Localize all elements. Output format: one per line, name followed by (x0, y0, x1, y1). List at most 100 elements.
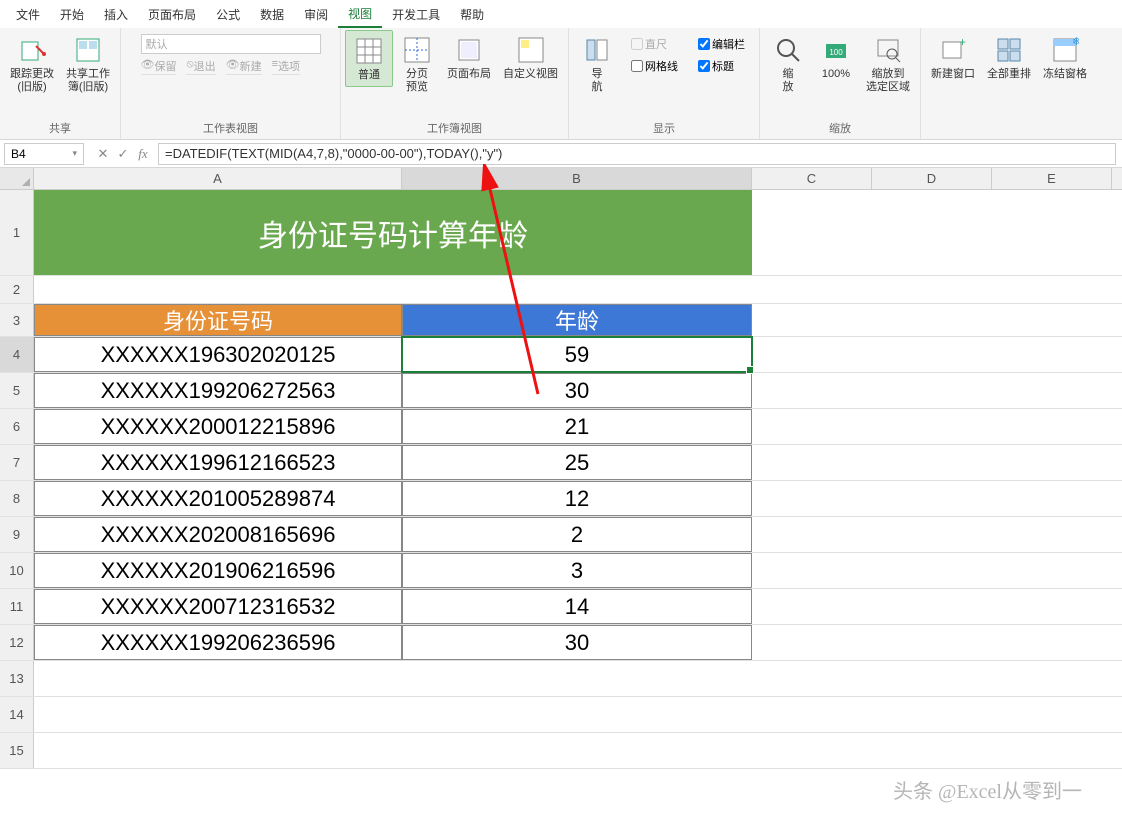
column-headers: A B C D E (0, 168, 1122, 190)
row-7: 7 XXXXXX199612166523 25 (0, 445, 1122, 481)
normal-view-icon (353, 35, 385, 67)
row-15: 15 (0, 733, 1122, 769)
pagebreak-button[interactable]: 分页 预览 (393, 30, 441, 98)
custom-view-button[interactable]: 自定义视图 (497, 30, 564, 85)
row-header[interactable]: 15 (0, 733, 34, 768)
selected-cell[interactable]: 59 (402, 337, 752, 372)
group-worksheet-view: 默认 👁保留 ⦸退出 👁新建 ≡选项 工作表视图 (121, 28, 341, 139)
zoom-selection-icon (872, 34, 904, 66)
row-6: 6 XXXXXX200012215896 21 (0, 409, 1122, 445)
row-header[interactable]: 4 (0, 337, 34, 372)
table-row[interactable]: 3 (402, 553, 752, 588)
menu-file[interactable]: 文件 (6, 0, 50, 28)
menu-pagelayout[interactable]: 页面布局 (138, 0, 206, 28)
row-header[interactable]: 8 (0, 481, 34, 516)
row-14: 14 (0, 697, 1122, 733)
table-row[interactable]: 25 (402, 445, 752, 480)
row-13: 13 (0, 661, 1122, 697)
group-label-wbview: 工作簿视图 (427, 117, 482, 139)
zoom-button[interactable]: 缩 放 (764, 30, 812, 98)
freeze-panes-icon: ❄ (1049, 34, 1081, 66)
row-header[interactable]: 14 (0, 697, 34, 732)
zoom-selection-button[interactable]: 缩放到 选定区域 (860, 30, 916, 98)
col-header-C[interactable]: C (752, 168, 872, 189)
table-row[interactable]: XXXXXX200012215896 (34, 409, 402, 444)
table-row[interactable]: 14 (402, 589, 752, 624)
row-header[interactable]: 6 (0, 409, 34, 444)
menu-help[interactable]: 帮助 (450, 0, 494, 28)
row-header[interactable]: 9 (0, 517, 34, 552)
menu-data[interactable]: 数据 (250, 0, 294, 28)
table-row[interactable]: 2 (402, 517, 752, 552)
keep-button: 👁保留 (141, 58, 177, 75)
table-row[interactable]: 12 (402, 481, 752, 516)
new-view-button: 👁新建 (226, 58, 262, 75)
cancel-formula-icon[interactable]: ✕ (94, 146, 112, 162)
table-row[interactable]: 30 (402, 625, 752, 660)
name-box[interactable]: B4 ▾ (4, 143, 84, 165)
formulabar-checkbox[interactable]: 编辑栏 (694, 34, 749, 54)
table-row[interactable]: XXXXXX196302020125 (34, 337, 402, 372)
arrange-all-button[interactable]: 全部重排 (981, 30, 1037, 85)
col-header-D[interactable]: D (872, 168, 992, 189)
freeze-panes-button[interactable]: ❄ 冻结窗格 (1037, 30, 1093, 85)
table-row[interactable]: XXXXXX201906216596 (34, 553, 402, 588)
table-row[interactable]: XXXXXX202008165696 (34, 517, 402, 552)
header-age-cell[interactable]: 年龄 (402, 304, 752, 336)
group-zoom: 缩 放 100 100% 缩放到 选定区域 缩放 (760, 28, 921, 139)
row-header[interactable]: 5 (0, 373, 34, 408)
table-row[interactable]: XXXXXX201005289874 (34, 481, 402, 516)
menu-review[interactable]: 审阅 (294, 0, 338, 28)
row-header[interactable]: 2 (0, 276, 34, 303)
gridlines-checkbox[interactable]: 网格线 (627, 56, 682, 76)
row-header[interactable]: 11 (0, 589, 34, 624)
new-window-button[interactable]: + 新建窗口 (925, 30, 981, 85)
row-header[interactable]: 7 (0, 445, 34, 480)
track-changes-icon (16, 34, 48, 66)
menu-home[interactable]: 开始 (50, 0, 94, 28)
table-row[interactable]: 30 (402, 373, 752, 408)
row-header[interactable]: 1 (0, 190, 34, 275)
accept-formula-icon[interactable]: ✓ (114, 146, 132, 162)
headings-checkbox[interactable]: 标题 (694, 56, 749, 76)
row-header[interactable]: 3 (0, 304, 34, 336)
fx-icon[interactable]: fx (134, 146, 152, 162)
table-row[interactable]: XXXXXX199206236596 (34, 625, 402, 660)
table-row[interactable]: XXXXXX200712316532 (34, 589, 402, 624)
options-button: ≡选项 (272, 58, 300, 75)
formula-input[interactable]: =DATEDIF(TEXT(MID(A4,7,8),"0000-00-00"),… (158, 143, 1116, 165)
col-header-A[interactable]: A (34, 168, 402, 189)
col-header-B[interactable]: B (402, 168, 752, 189)
row-8: 8 XXXXXX201005289874 12 (0, 481, 1122, 517)
zoom-100-button[interactable]: 100 100% (812, 30, 860, 85)
new-window-icon: + (937, 34, 969, 66)
pagelayout-button[interactable]: 页面布局 (441, 30, 497, 85)
svg-text:100: 100 (829, 48, 843, 57)
chevron-down-icon[interactable]: ▾ (72, 148, 77, 159)
menu-insert[interactable]: 插入 (94, 0, 138, 28)
menu-formulas[interactable]: 公式 (206, 0, 250, 28)
title-cell[interactable]: 身份证号码计算年龄 (34, 190, 752, 275)
col-header-E[interactable]: E (992, 168, 1112, 189)
header-id-cell[interactable]: 身份证号码 (34, 304, 402, 336)
row-4: 4 XXXXXX196302020125 59 (0, 337, 1122, 373)
table-row[interactable]: XXXXXX199612166523 (34, 445, 402, 480)
exit-icon: ⦸ (186, 58, 193, 74)
table-row[interactable]: 21 (402, 409, 752, 444)
row-header[interactable]: 10 (0, 553, 34, 588)
table-row[interactable]: XXXXXX199206272563 (34, 373, 402, 408)
normal-view-button[interactable]: 普通 (345, 30, 393, 87)
spreadsheet-grid: A B C D E 1 身份证号码计算年龄 2 3 身份证号码 年龄 4 XXX… (0, 168, 1122, 769)
menu-view[interactable]: 视图 (338, 0, 382, 28)
row-header[interactable]: 12 (0, 625, 34, 660)
row-header[interactable]: 13 (0, 661, 34, 696)
navigation-button[interactable]: 导 航 (573, 30, 621, 98)
track-changes-button[interactable]: 跟踪更改 (旧版) (4, 30, 60, 98)
share-workbook-button[interactable]: 共享工作 簿(旧版) (60, 30, 116, 98)
exit-button: ⦸退出 (186, 58, 215, 75)
group-label-zoom: 缩放 (829, 117, 851, 139)
select-all-corner[interactable] (0, 168, 34, 189)
menu-developer[interactable]: 开发工具 (382, 0, 450, 28)
group-label-share: 共享 (49, 117, 71, 139)
sheet-view-default-input[interactable]: 默认 (141, 34, 321, 54)
